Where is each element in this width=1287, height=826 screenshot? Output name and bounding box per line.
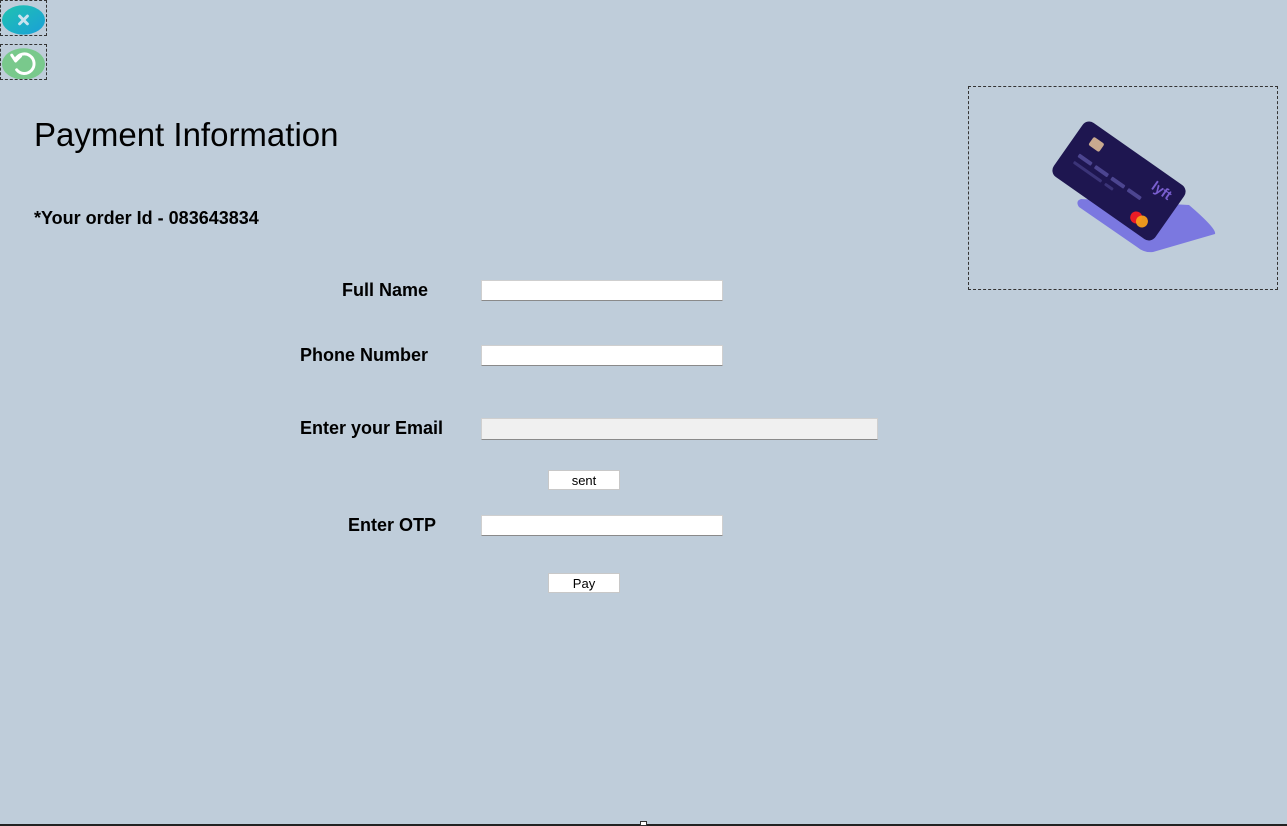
undo-arrow-icon: [1, 48, 46, 79]
close-icon: [1, 5, 46, 35]
close-button[interactable]: [0, 0, 47, 36]
otp-input[interactable]: [481, 515, 723, 536]
email-input[interactable]: [481, 418, 878, 440]
send-otp-button[interactable]: sent: [548, 470, 620, 490]
back-button[interactable]: [0, 44, 47, 80]
full-name-input[interactable]: [481, 280, 723, 301]
phone-number-label: Phone Number: [300, 345, 429, 365]
order-id-text: *Your order Id - 083643834: [34, 208, 259, 228]
otp-label: Enter OTP: [348, 515, 437, 535]
credit-card-illustration: lyft: [1052, 121, 1216, 253]
card-image-frame: lyft: [968, 86, 1278, 290]
page-title: Payment Information: [34, 116, 339, 153]
payment-window: Payment Information *Your order Id - 083…: [0, 0, 1287, 826]
email-label: Enter your Email: [300, 418, 444, 438]
full-name-label: Full Name: [342, 280, 429, 300]
pay-button[interactable]: Pay: [548, 573, 620, 593]
resize-handle[interactable]: [640, 821, 647, 826]
phone-number-input[interactable]: [481, 345, 723, 366]
